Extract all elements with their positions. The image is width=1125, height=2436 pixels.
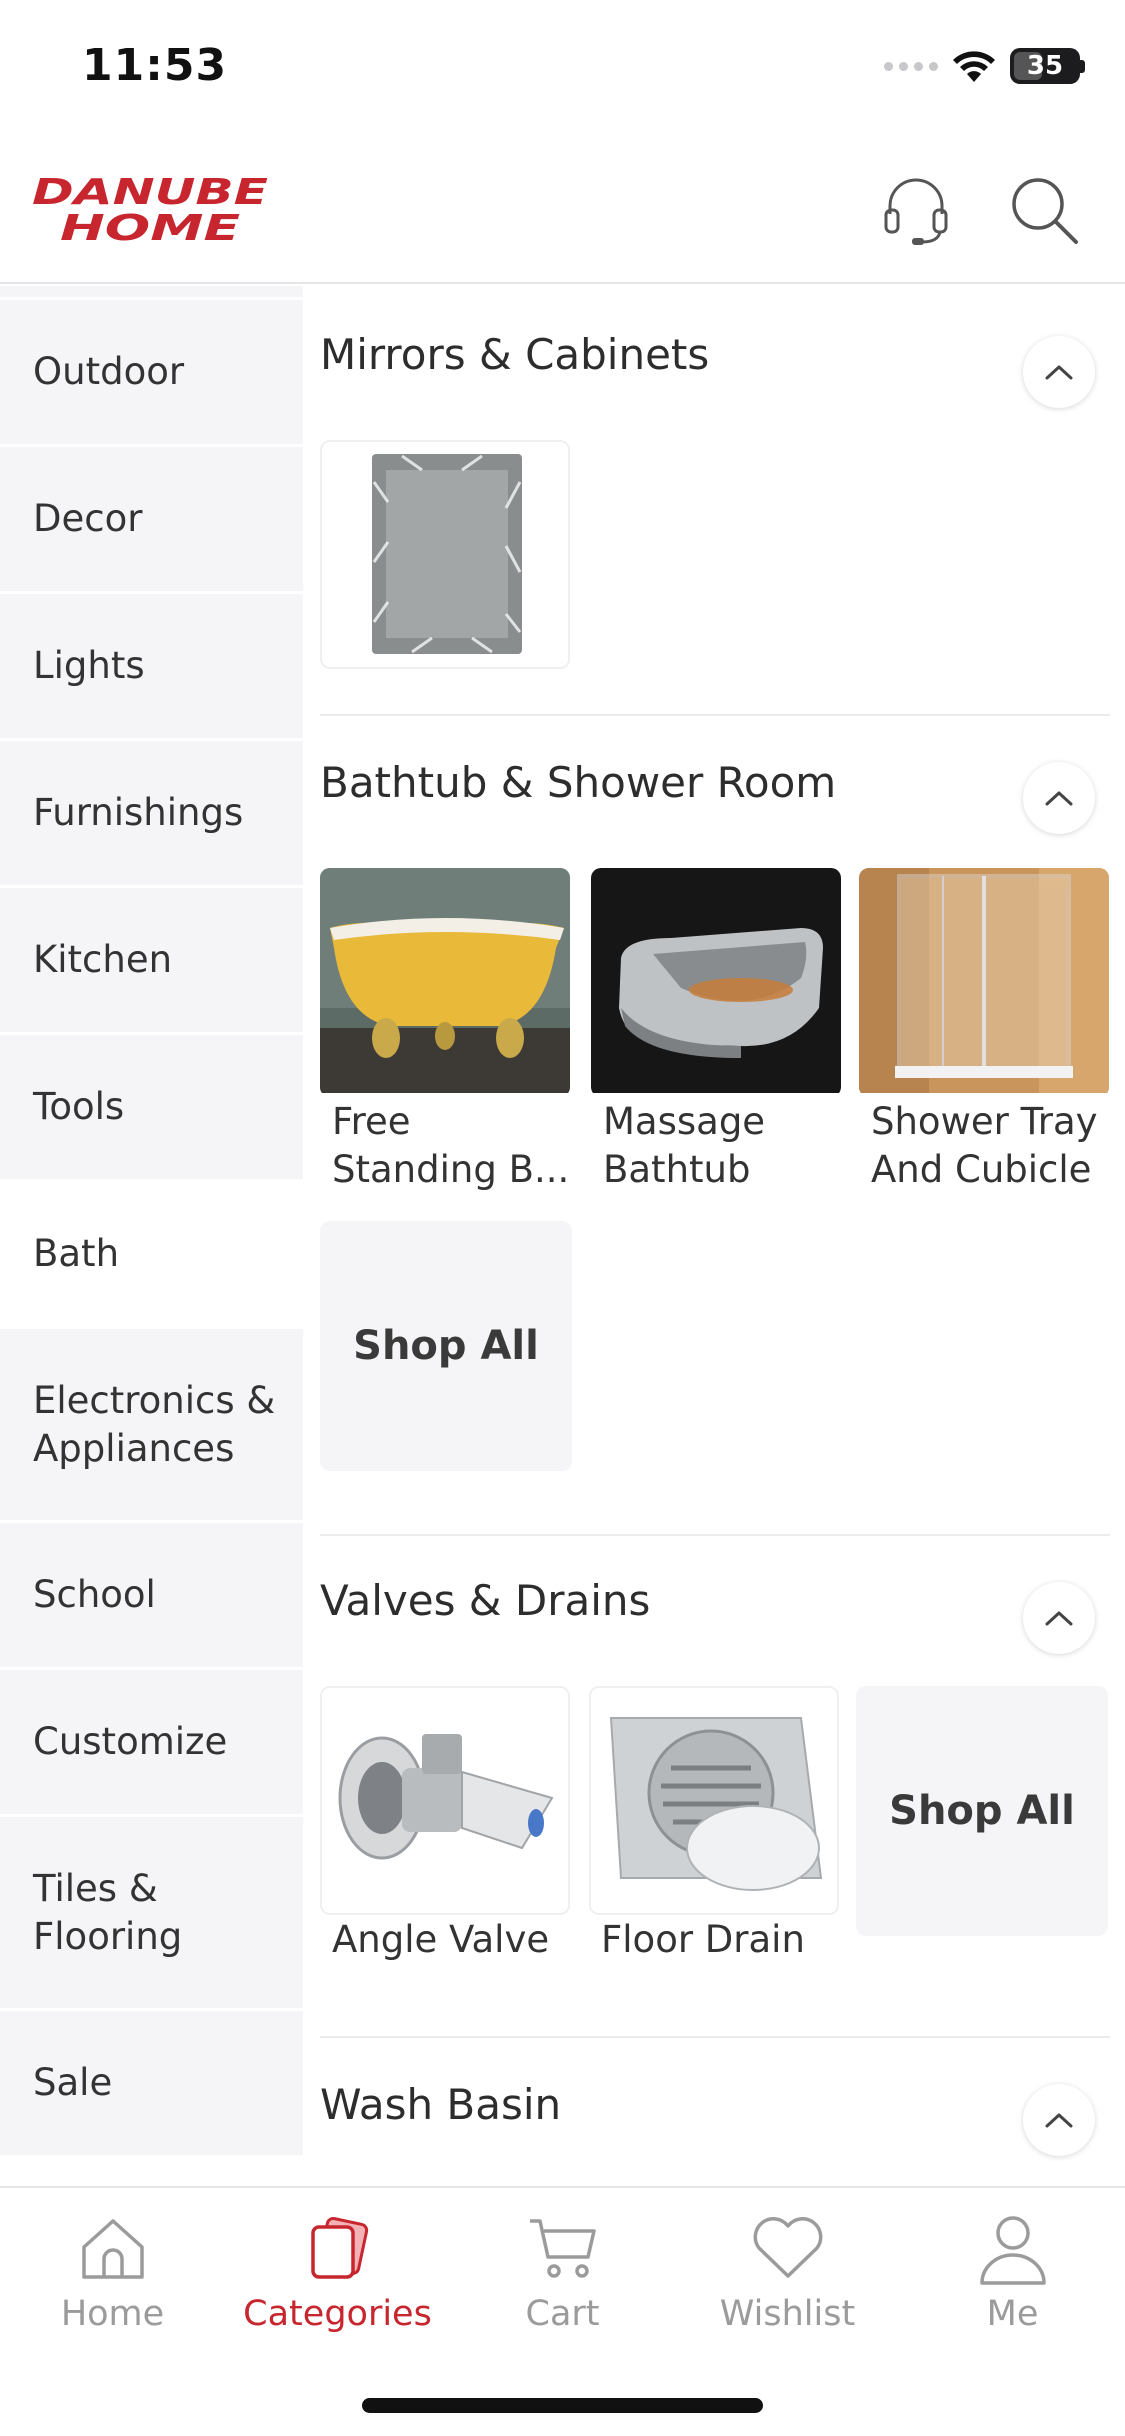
status-bar: 11:53 35: [0, 0, 1125, 140]
nav-cart[interactable]: Cart: [450, 2208, 675, 2334]
led-mirror-image: [322, 442, 568, 667]
wifi-icon: [953, 51, 995, 82]
angle-valve-image: [322, 1688, 568, 1913]
sidebar-item-furnishings[interactable]: Furnishings: [0, 741, 303, 888]
section-divider: [320, 2036, 1110, 2038]
sidebar-item-kitchen[interactable]: Kitchen: [0, 888, 303, 1035]
section-title-bathtub-shower: Bathtub & Shower Room: [320, 758, 837, 807]
product-label-angle-valve: Angle Valve: [332, 1918, 550, 1961]
status-indicators: 35: [884, 48, 1085, 84]
sidebar-item-customize[interactable]: Customize: [0, 1670, 303, 1817]
section-title-valves-drains: Valves & Drains: [320, 1576, 651, 1625]
product-tile-massage-bathtub[interactable]: [591, 868, 841, 1097]
shower-cubicle-image: [859, 868, 1109, 1093]
product-label-shower-tray-cubicle: Shower Tray And Cubicle: [871, 1100, 1098, 1191]
logo-line1: DANUBE: [32, 172, 269, 213]
collapse-button-valves[interactable]: [1023, 1582, 1095, 1654]
cart-icon: [523, 2208, 603, 2288]
product-tile-led-mirror[interactable]: [320, 440, 570, 669]
sidebar-item-decor[interactable]: Decor: [0, 447, 303, 594]
sidebar-item-school[interactable]: School: [0, 1523, 303, 1670]
heart-icon: [748, 2208, 828, 2288]
chevron-up-icon: [1045, 365, 1073, 380]
sidebar-item-outdoor[interactable]: Outdoor: [0, 300, 303, 447]
shop-all-button-valves[interactable]: Shop All: [856, 1686, 1108, 1936]
sidebar-item-tiles-flooring[interactable]: Tiles & Flooring: [0, 1817, 303, 2011]
category-sidebar: Outdoor Decor Lights Furnishings Kitchen…: [0, 286, 303, 2186]
free-standing-bathtub-image: [320, 868, 570, 1093]
sidebar-item-bath[interactable]: Bath: [0, 1182, 303, 1329]
collapse-button-bathtub[interactable]: [1023, 762, 1095, 834]
battery-level: 35: [1026, 51, 1064, 81]
nav-categories[interactable]: Categories: [225, 2208, 450, 2334]
collapse-button-wash-basin[interactable]: [1023, 2084, 1095, 2156]
nav-wishlist-label: Wishlist: [719, 2294, 856, 2334]
section-divider: [320, 714, 1110, 716]
collapse-button-mirrors[interactable]: [1023, 336, 1095, 408]
nav-me-label: Me: [986, 2294, 1039, 2334]
nav-home-label: Home: [60, 2294, 165, 2334]
product-label-floor-drain: Floor Drain: [601, 1918, 805, 1961]
section-title-wash-basin: Wash Basin: [320, 2080, 562, 2129]
product-label-massage-bathtub: Massage Bathtub: [603, 1100, 766, 1191]
signal-icon: [884, 61, 938, 71]
nav-wishlist[interactable]: Wishlist: [675, 2208, 900, 2334]
sidebar-item-electronics-appliances[interactable]: Electronics & Appliances: [0, 1329, 303, 1523]
search-icon[interactable]: [1004, 170, 1084, 250]
danube-home-logo[interactable]: DANUBE HOME: [30, 170, 270, 246]
sidebar-item-sale[interactable]: Sale: [0, 2011, 303, 2158]
product-tile-shower-tray-cubicle[interactable]: [859, 868, 1109, 1097]
nav-cart-label: Cart: [525, 2294, 600, 2334]
nav-home[interactable]: Home: [0, 2208, 225, 2334]
section-divider: [320, 1534, 1110, 1536]
home-icon: [73, 2208, 153, 2288]
chevron-up-icon: [1045, 2113, 1073, 2128]
chevron-up-icon: [1045, 1611, 1073, 1626]
categories-icon: [298, 2208, 378, 2288]
product-tile-floor-drain[interactable]: [589, 1686, 839, 1915]
status-time: 11:53: [82, 40, 228, 91]
floor-drain-image: [591, 1688, 837, 1913]
nav-categories-label: Categories: [243, 2294, 432, 2334]
nav-me[interactable]: Me: [900, 2208, 1125, 2334]
section-title-mirrors-cabinets: Mirrors & Cabinets: [320, 330, 710, 379]
support-headset-icon[interactable]: [876, 170, 956, 250]
profile-icon: [973, 2208, 1053, 2288]
shop-all-button-bathtub[interactable]: Shop All: [320, 1221, 572, 1471]
sidebar-item-lights[interactable]: Lights: [0, 594, 303, 741]
subcategory-content: Mirrors & Cabinets Bathtub & Shower Room: [303, 286, 1125, 2186]
battery-icon: 35: [1010, 48, 1080, 84]
app-header: DANUBE HOME: [0, 140, 1125, 284]
product-tile-angle-valve[interactable]: [320, 1686, 570, 1915]
product-tile-free-standing-bathtub[interactable]: [320, 868, 570, 1097]
logo-line2: HOME: [60, 208, 241, 246]
sidebar-item-tools[interactable]: Tools: [0, 1035, 303, 1182]
massage-bathtub-image: [591, 868, 841, 1093]
home-indicator: [362, 2398, 763, 2413]
chevron-up-icon: [1045, 791, 1073, 806]
product-label-free-standing-bathtub: Free Standing B...: [332, 1100, 570, 1191]
